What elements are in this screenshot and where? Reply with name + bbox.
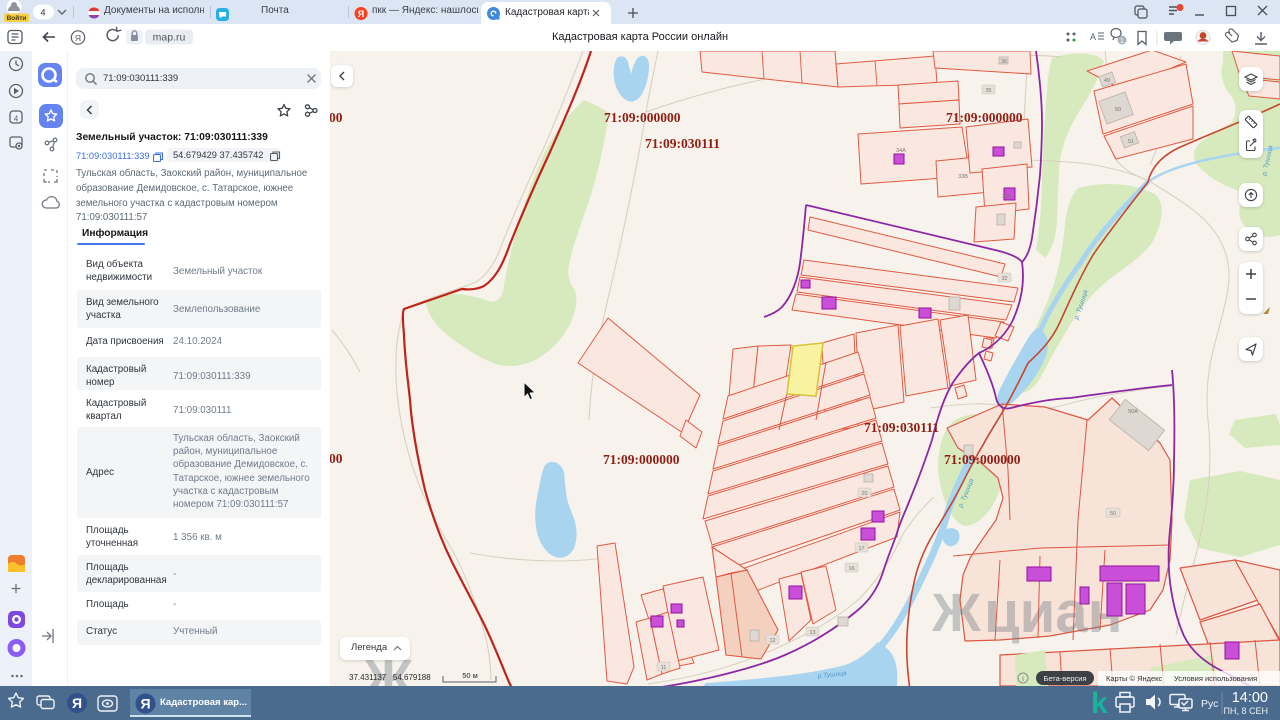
svg-text:51: 51 <box>1128 139 1134 145</box>
svg-text:17: 17 <box>858 546 864 552</box>
svg-text:36: 36 <box>1001 59 1007 65</box>
svg-text:циан: циан <box>984 580 1123 645</box>
svg-text:50: 50 <box>1110 511 1116 517</box>
svg-text:Рус: Рус <box>1201 698 1218 710</box>
svg-text:Ж: Ж <box>931 583 982 643</box>
svg-text:ПН, 8 СЕН: ПН, 8 СЕН <box>1224 706 1268 716</box>
svg-text:33Б: 33Б <box>1002 194 1012 200</box>
svg-text:4: 4 <box>40 8 45 18</box>
svg-text:Войти: Войти <box>7 14 27 22</box>
svg-text:Я: Я <box>140 695 150 711</box>
svg-text:Я: Я <box>72 695 82 711</box>
svg-text:12: 12 <box>769 638 775 644</box>
svg-text:35: 35 <box>985 88 991 94</box>
svg-text:71:09:000000: 71:09:000000 <box>604 110 681 125</box>
svg-text:49: 49 <box>1104 78 1110 84</box>
svg-text:50А: 50А <box>1128 409 1138 415</box>
svg-text:71:09:030111: 71:09:030111 <box>645 136 720 151</box>
svg-text:14:00: 14:00 <box>1232 690 1268 706</box>
svg-text:11: 11 <box>661 665 667 671</box>
svg-text:33В: 33В <box>958 174 968 180</box>
svg-text:50 м: 50 м <box>462 671 478 680</box>
svg-text:71:09:000000: 71:09:000000 <box>944 452 1021 467</box>
svg-text:Я: Я <box>358 9 364 19</box>
svg-text:i: i <box>1022 674 1024 683</box>
svg-text:71:09:030111: 71:09:030111 <box>864 420 939 435</box>
svg-text:16: 16 <box>848 566 854 572</box>
svg-text:Условия использования: Условия использования <box>1174 674 1257 683</box>
svg-text:k: k <box>1091 687 1108 720</box>
svg-text:Карты © Яндекс: Карты © Яндекс <box>1106 674 1163 683</box>
svg-text:34А: 34А <box>896 148 906 154</box>
svg-text:Бета-версия: Бета-версия <box>1043 674 1086 683</box>
svg-text:00: 00 <box>330 451 343 466</box>
svg-text:20: 20 <box>861 491 867 497</box>
svg-text:4: 4 <box>14 115 19 124</box>
svg-text:50: 50 <box>1115 107 1121 113</box>
svg-text:71:09:000000: 71:09:000000 <box>946 110 1023 125</box>
svg-text:13: 13 <box>809 630 815 636</box>
svg-text:00: 00 <box>330 110 343 125</box>
svg-text:32: 32 <box>1001 276 1007 282</box>
svg-text:1: 1 <box>1120 38 1124 45</box>
svg-text:А: А <box>1090 32 1096 42</box>
svg-text:71:09:000000: 71:09:000000 <box>603 452 680 467</box>
